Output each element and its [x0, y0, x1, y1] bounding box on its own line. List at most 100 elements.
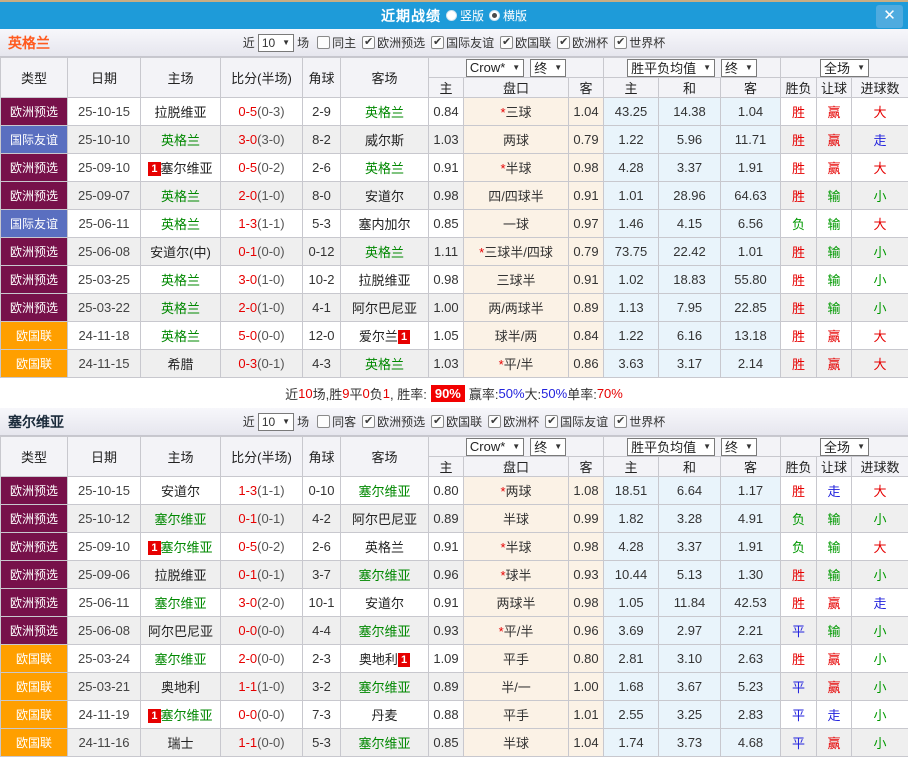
result-goals-text: 大 [874, 217, 887, 232]
bookmaker-final-select[interactable]: 终▼ [530, 59, 566, 77]
handicap-text: 平手 [503, 652, 529, 667]
home-team-name: 英格兰 [161, 329, 200, 344]
home-team-name: 安道尔(中) [150, 245, 211, 260]
handicap: 两/两球半 [464, 294, 569, 322]
crow-away-odds: 0.79 [569, 126, 604, 154]
crow-away-odds: 0.89 [569, 294, 604, 322]
match-date: 24-11-16 [68, 729, 141, 757]
result-handicap-text: 赢 [828, 680, 841, 695]
result-wdl-text: 胜 [792, 568, 805, 583]
summary-text: 1 [383, 386, 390, 401]
avg-draw-odds: 5.13 [659, 561, 721, 589]
scope-select[interactable]: 全场▼ [820, 438, 869, 456]
sub-column-header: 主 [604, 78, 659, 98]
recent-count-select[interactable]: 10▼ [258, 34, 294, 52]
league-badge: 欧洲预选 [1, 561, 68, 589]
score: 0-5(0-2) [221, 533, 303, 561]
avg-draw-odds: 11.84 [659, 589, 721, 617]
league-filter-label: 世界杯 [629, 413, 665, 430]
match-row: 欧洲预选25-09-101塞尔维亚0-5(0-2)2-6英格兰0.91*半球0.… [1, 533, 908, 561]
avg-draw-odds: 3.25 [659, 701, 721, 729]
away-team-name: 阿尔巴尼亚 [352, 512, 417, 527]
close-icon[interactable]: ✕ [876, 5, 903, 28]
match-date: 25-06-11 [68, 589, 141, 617]
crow-away-odds: 0.99 [569, 505, 604, 533]
win-rate-badge: 90% [431, 385, 465, 402]
result-handicap-text: 走 [828, 484, 841, 499]
league-filter-checkbox[interactable] [362, 36, 375, 49]
home-team: 英格兰 [141, 266, 221, 294]
result-wdl-text: 胜 [792, 329, 805, 344]
league-filter-label: 欧洲杯 [503, 413, 539, 430]
title-bar: 近期战绩 竖版 横版 ✕ [0, 0, 908, 29]
bookmaker-final-select[interactable]: 终▼ [530, 438, 566, 456]
result-wdl-text: 胜 [792, 133, 805, 148]
header-dropdowns: 胜平负均值▼ 终▼ [604, 438, 780, 456]
chevron-down-icon: ▼ [554, 442, 562, 451]
summary-text: 负 [370, 384, 383, 403]
avg-home-odds: 1.22 [604, 322, 659, 350]
recent-count-select[interactable]: 10▼ [258, 413, 294, 431]
bookmaker-select[interactable]: Crow* ▼ [466, 438, 524, 456]
horizontal-layout-radio[interactable]: 横版 [489, 7, 527, 24]
league-filter-checkbox[interactable] [614, 36, 627, 49]
league-filter-checkbox[interactable] [431, 36, 444, 49]
sub-column-header: 进球数 [852, 78, 908, 98]
chevron-down-icon: ▼ [703, 63, 711, 72]
scope-select[interactable]: 全场▼ [820, 59, 869, 77]
avg-final-select[interactable]: 终▼ [721, 59, 757, 77]
match-row: 欧国联24-11-16瑞士1-1(0-0)5-3塞尔维亚0.85半球1.041.… [1, 729, 908, 757]
result-wdl: 平 [781, 729, 817, 757]
radio-icon[interactable] [446, 10, 457, 21]
result-wdl-text: 胜 [792, 189, 805, 204]
vertical-layout-radio[interactable]: 竖版 [446, 7, 484, 24]
chevron-down-icon: ▼ [512, 442, 520, 451]
league-filter-checkbox[interactable] [545, 415, 558, 428]
same-venue-checkbox[interactable] [317, 36, 330, 49]
score: 0-3(0-1) [221, 350, 303, 378]
result-goals: 大 [852, 350, 908, 378]
result-handicap-text: 输 [828, 245, 841, 260]
match-row: 欧洲预选25-06-08安道尔(中)0-1(0-0)0-12英格兰1.11*三球… [1, 238, 908, 266]
home-team-name: 奥地利 [161, 680, 200, 695]
vertical-layout-label: 竖版 [460, 7, 484, 24]
league-filter-checkbox[interactable] [557, 36, 570, 49]
away-team: 威尔斯 [341, 126, 429, 154]
league-filter-checkbox[interactable] [431, 415, 444, 428]
away-team: 塞尔维亚 [341, 673, 429, 701]
result-handicap-text: 输 [828, 540, 841, 555]
league-badge: 国际友谊 [1, 126, 68, 154]
halftime-score: (0-3) [257, 104, 284, 119]
handicap: *半球 [464, 154, 569, 182]
corners: 4-1 [303, 294, 341, 322]
chevron-down-icon: ▼ [554, 63, 562, 72]
date-text: 25-03-24 [78, 651, 130, 666]
corners: 2-6 [303, 533, 341, 561]
score: 3-0(1-0) [221, 266, 303, 294]
fulltime-score: 1-1 [238, 735, 257, 750]
result-handicap-text: 赢 [828, 161, 841, 176]
league-filter-checkbox[interactable] [362, 415, 375, 428]
bookmaker-select[interactable]: Crow*▼ [466, 59, 524, 77]
result-goals-text: 大 [874, 105, 887, 120]
match-date: 25-06-08 [68, 617, 141, 645]
handicap: *三球 [464, 98, 569, 126]
avg-away-odds: 42.53 [721, 589, 781, 617]
radio-selected-icon[interactable] [489, 10, 500, 21]
result-handicap: 赢 [817, 673, 852, 701]
avg-final-select[interactable]: 终▼ [721, 438, 757, 456]
bookmaker-select-value: Crow* [470, 439, 505, 454]
away-team: 塞尔维亚 [341, 729, 429, 757]
league-filter-checkbox[interactable] [500, 36, 513, 49]
avg-select[interactable]: 胜平负均值▼ [627, 438, 715, 456]
league-filter-checkbox[interactable] [614, 415, 627, 428]
league-filter-checkbox[interactable] [488, 415, 501, 428]
away-team-name: 安道尔 [365, 596, 404, 611]
avg-select[interactable]: 胜平负均值▼ [627, 59, 715, 77]
fulltime-score: 5-0 [238, 328, 257, 343]
home-team: 英格兰 [141, 322, 221, 350]
result-goals: 走 [852, 126, 908, 154]
same-venue-checkbox[interactable] [317, 415, 330, 428]
avg-draw-odds: 4.15 [659, 210, 721, 238]
avg-home-odds: 2.55 [604, 701, 659, 729]
